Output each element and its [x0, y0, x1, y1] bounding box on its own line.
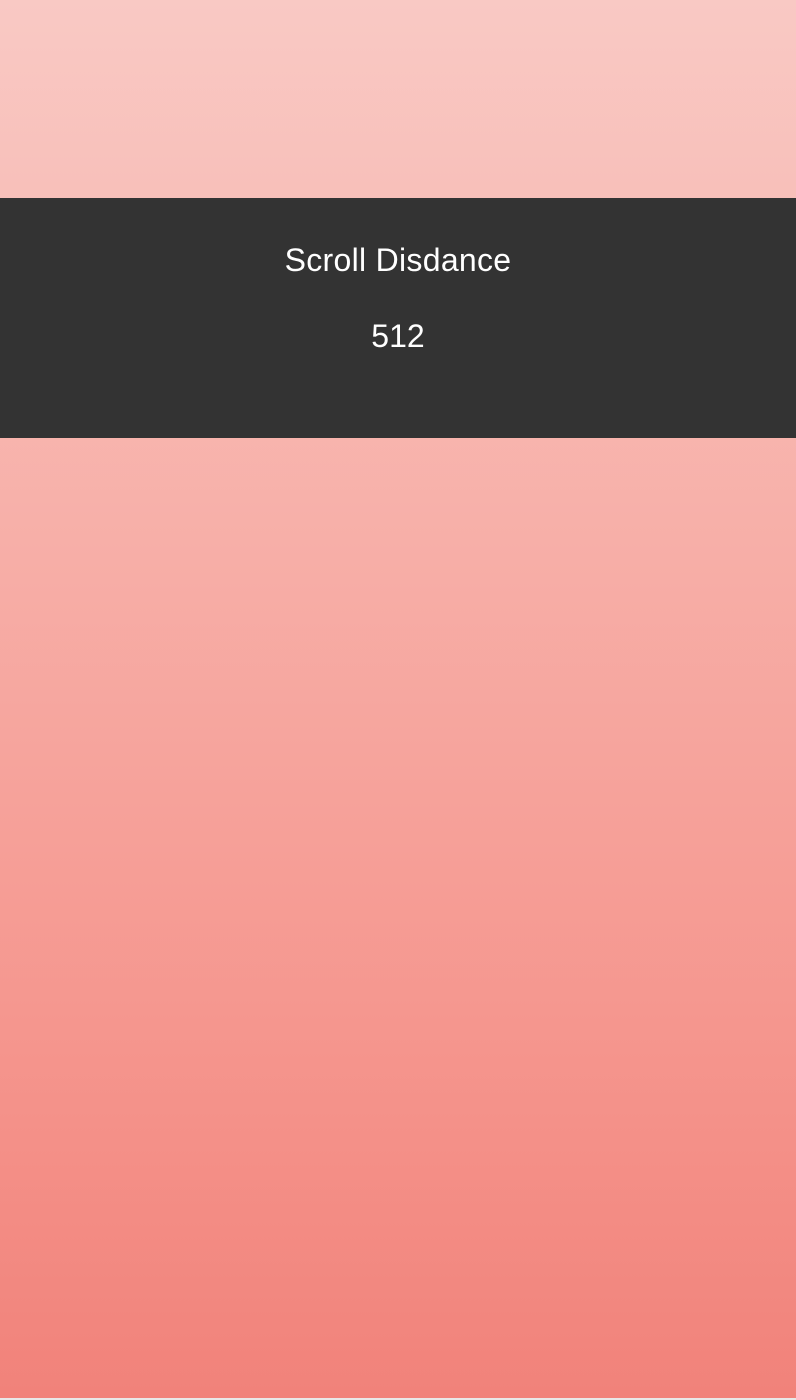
- scroll-distance-title: Scroll Disdance: [284, 242, 512, 278]
- scroll-distance-panel: Scroll Disdance 512: [0, 198, 796, 438]
- scroll-distance-value: 512: [371, 318, 425, 354]
